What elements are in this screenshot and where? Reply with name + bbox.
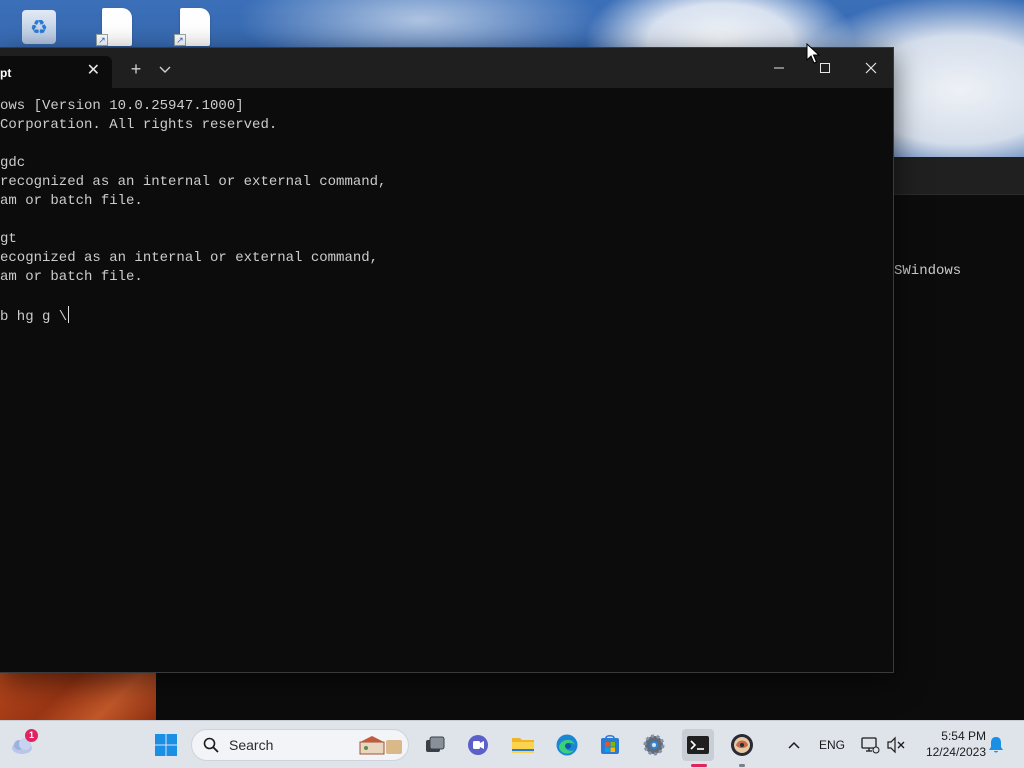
background-window-bottom (156, 672, 1024, 720)
close-tab-icon[interactable]: ✕ (87, 61, 100, 81)
search-label: Search (229, 737, 274, 753)
console-output[interactable]: ows [Version 10.0.25947.1000] Corporatio… (0, 97, 890, 667)
start-button[interactable] (150, 729, 182, 761)
console-line: ows [Version 10.0.25947.1000] (0, 98, 244, 114)
background-photo-window[interactable] (0, 673, 156, 720)
minimize-button[interactable] (756, 48, 802, 88)
language-indicator[interactable]: ENG (819, 738, 845, 752)
new-tab-button[interactable]: + (126, 59, 146, 79)
terminal-app-icon[interactable] (682, 729, 714, 767)
document-shortcut-icon[interactable]: ↗ (96, 8, 132, 46)
console-line: am or batch file. (0, 193, 143, 209)
console-line: Corporation. All rights reserved. (0, 117, 278, 133)
text-cursor (68, 306, 70, 323)
background-console-window[interactable]: SWindows (880, 157, 1024, 720)
tab-label: pt (0, 66, 12, 80)
running-app-indicator (739, 764, 745, 767)
console-line: am or batch file. (0, 269, 143, 285)
media-player-icon[interactable] (726, 729, 758, 767)
system-clock[interactable]: 5:54 PM 12/24/2023 (910, 728, 986, 760)
console-input-text: b hg g \ (0, 309, 68, 325)
notification-bell-icon[interactable] (986, 735, 1006, 755)
document-shortcut-icon[interactable]: ↗ (174, 8, 210, 46)
weather-widget-icon[interactable]: 1 (6, 729, 38, 761)
settings-gear-icon[interactable] (638, 729, 670, 761)
clock-time: 5:54 PM (941, 729, 986, 743)
taskbar: 1 Search ENG 5:54 PM 12/24/2023 (0, 720, 1024, 768)
console-line: recognized as an internal or external co… (0, 174, 387, 190)
terminal-window[interactable]: pt ✕ + ows [Version 10.0.25947.1000] Cor… (0, 47, 894, 673)
terminal-tab[interactable]: pt ✕ (0, 56, 112, 88)
microsoft-store-icon[interactable] (594, 729, 626, 761)
teams-chat-icon[interactable] (462, 729, 494, 761)
chevron-down-icon[interactable] (156, 61, 174, 77)
chevron-up-icon[interactable] (782, 735, 806, 755)
console-line: gt (0, 231, 17, 247)
task-view-icon[interactable] (419, 729, 451, 761)
console-line: ecognized as an internal or external com… (0, 250, 379, 266)
network-icon[interactable] (860, 735, 880, 755)
search-highlight-icon (359, 736, 402, 755)
shortcut-arrow-icon: ↗ (96, 34, 108, 46)
mouse-pointer-icon (806, 42, 821, 65)
active-app-indicator (691, 764, 707, 767)
background-window-titlebar[interactable] (880, 157, 1024, 195)
terminal-tab-bar[interactable]: pt ✕ + (0, 48, 893, 88)
file-explorer-icon[interactable] (507, 729, 539, 761)
edge-browser-icon[interactable] (551, 729, 583, 761)
taskbar-search-box[interactable]: Search (191, 729, 409, 761)
recycle-bin-icon[interactable]: ♻ (22, 10, 56, 44)
volume-muted-icon[interactable] (886, 735, 906, 755)
console-input-line[interactable]: b hg g \ (0, 306, 890, 325)
console-line: gdc (0, 155, 26, 171)
shortcut-arrow-icon: ↗ (174, 34, 186, 46)
background-window-text: SWindows (894, 263, 962, 279)
notification-badge: 1 (25, 729, 38, 742)
search-icon (203, 737, 219, 753)
clock-date: 12/24/2023 (925, 745, 986, 759)
close-window-button[interactable] (848, 48, 894, 88)
